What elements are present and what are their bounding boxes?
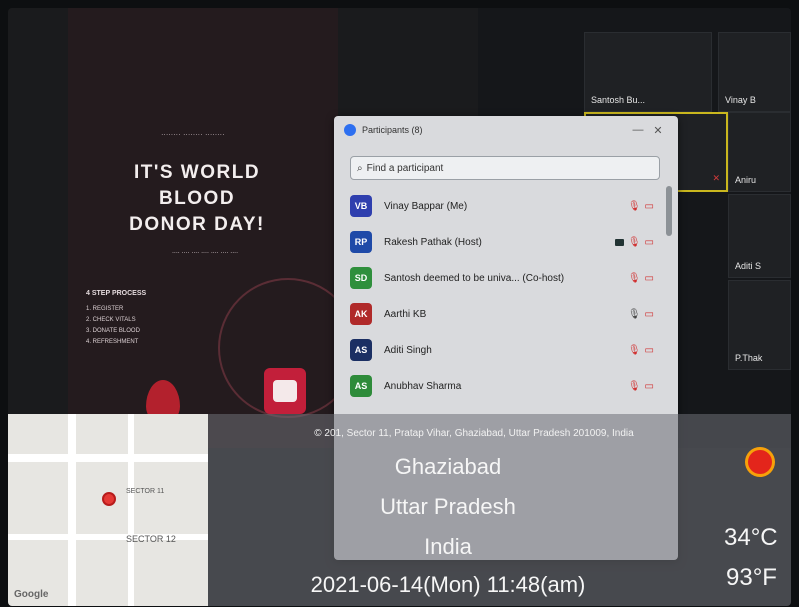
search-placeholder: Find a participant [366, 162, 444, 174]
video-off-icon: ▭ [644, 344, 654, 356]
sun-weather-icon [740, 442, 780, 482]
tile-name: Santosh Bu... [591, 95, 646, 105]
address-text: © 201, Sector 11, Pratap Vihar, Ghaziaba… [314, 428, 634, 439]
step-item: 3. DONATE BLOOD [86, 328, 140, 334]
mic-muted-icon: 🎙 [627, 380, 641, 392]
steps-title: 4 STEP PROCESS [86, 290, 147, 297]
participant-status: 🎙 ▭ [628, 381, 654, 392]
mic-muted-icon: 🎙 [627, 344, 641, 356]
tile-name: Aditi S [735, 261, 762, 271]
video-off-icon: ▭ [644, 236, 654, 248]
steps-list: 1. REGISTER 2. CHECK VITALS 3. DONATE BL… [86, 304, 140, 348]
google-logo: Google [14, 589, 49, 600]
participant-row[interactable]: VB Vinay Bappar (Me) 🎙 ▭ [344, 188, 660, 224]
monitor-screen: ........ ........ ........ IT'S WORLD BL… [8, 8, 791, 606]
mic-muted-icon: 🎙 [627, 236, 641, 248]
map-road [128, 414, 134, 606]
video-tile[interactable]: Vinay B [718, 32, 791, 112]
screen-share-icon [614, 238, 624, 246]
mic-muted-icon: 🎙 [627, 272, 641, 284]
step-item: 4. REFRESHMENT [86, 339, 139, 345]
video-off-icon: ▭ [644, 380, 654, 392]
mic-off-icon: ✕ [712, 173, 720, 183]
participants-titlebar: Participants (8) — ✕ [334, 116, 678, 144]
presentation-slide: ........ ........ ........ IT'S WORLD BL… [68, 8, 338, 448]
participant-name: Rakesh Pathak (Host) [384, 236, 482, 248]
map-label: SECTOR 12 [126, 534, 176, 544]
map-road [8, 454, 208, 462]
avatar: SD [350, 267, 372, 289]
participant-name: Aarthi KB [384, 308, 427, 320]
headline-line-1: IT'S WORLD [133, 162, 261, 183]
tile-name: Aniru [735, 175, 757, 185]
avatar: RP [350, 231, 372, 253]
participants-title: Participants (8) [362, 125, 423, 135]
map-road [8, 534, 208, 540]
participant-status: 🎙 ▭ [628, 309, 654, 320]
slide-header-text: ........ ........ ........ [161, 130, 225, 137]
participant-name: Santosh deemed to be univa... (Co-host) [384, 272, 565, 284]
participant-status: 🎙 ▭ [628, 201, 654, 212]
minimize-icon[interactable]: — [628, 124, 648, 136]
mic-icon: 🎙 [627, 308, 641, 320]
participant-row[interactable]: AK Aarthi KB 🎙 ▭ [344, 296, 660, 332]
avatar: AS [350, 375, 372, 397]
video-off-icon: ▭ [644, 308, 654, 320]
close-icon[interactable]: ✕ [648, 124, 668, 137]
datetime-text: 2021-06-14(Mon) 11:48(am) [310, 572, 586, 597]
sun-core [748, 450, 772, 474]
participant-row[interactable]: AS Aditi Singh 🎙 ▭ [344, 332, 660, 368]
slide-headline: IT'S WORLD BLOOD DONOR DAY! [92, 160, 302, 238]
temperature-celsius: 34°C [724, 524, 778, 551]
zoom-app-icon [344, 124, 356, 136]
participant-status: 🎙 ▭ [628, 345, 654, 356]
headline-line-3: DONOR DAY! [129, 214, 265, 235]
step-item: 2. CHECK VITALS [86, 317, 136, 323]
location-map: SECTOR 11 SECTOR 12 Google [8, 414, 208, 606]
participant-name: Aditi Singh [384, 344, 432, 356]
mic-muted-icon: 🎙 [627, 200, 641, 212]
video-tile[interactable]: Aniru [728, 112, 791, 192]
camera-frame: ........ ........ ........ IT'S WORLD BL… [0, 0, 799, 607]
headline-line-2: BLOOD [158, 188, 236, 209]
participant-name: Vinay Bappar (Me) [384, 200, 468, 212]
participant-name: Anubhav Sharma [384, 380, 462, 392]
location-pin-icon [102, 492, 116, 506]
avatar: AK [350, 303, 372, 325]
participant-status: 🎙 ▭ [628, 273, 654, 284]
video-tile[interactable]: P.Thak [728, 280, 791, 370]
participant-status: 🎙 ▭ [614, 236, 654, 248]
participant-row[interactable]: RP Rakesh Pathak (Host) 🎙 ▭ [344, 224, 660, 260]
scrollbar[interactable] [666, 186, 672, 236]
tile-name: Vinay B [725, 95, 756, 105]
search-icon: ⌕ [357, 162, 363, 174]
step-item: 1. REGISTER [86, 306, 124, 312]
avatar: VB [350, 195, 372, 217]
state-text: Uttar Pradesh [380, 494, 516, 519]
city-text: Ghaziabad [394, 454, 502, 479]
country-text: India [424, 534, 472, 559]
temperature-fahrenheit: 93°F [726, 564, 777, 591]
tile-name: P.Thak [735, 353, 763, 363]
video-tile[interactable]: Santosh Bu... [584, 32, 712, 112]
video-off-icon: ▭ [644, 272, 654, 284]
avatar: AS [350, 339, 372, 361]
participant-row[interactable]: AS Anubhav Sharma 🎙 ▭ [344, 368, 660, 404]
map-label: SECTOR 11 [126, 488, 165, 495]
slide-subtext: .... .... .... .... .... .... .... [171, 248, 239, 255]
participant-search-input[interactable]: ⌕ Find a participant [350, 156, 660, 180]
video-tile[interactable]: Aditi S [728, 194, 791, 278]
map-road [68, 414, 76, 606]
blood-bag-icon [264, 368, 306, 414]
participant-row[interactable]: SD Santosh deemed to be univa... (Co-hos… [344, 260, 660, 296]
heart-icon [273, 380, 297, 402]
video-off-icon: ▭ [644, 200, 654, 212]
